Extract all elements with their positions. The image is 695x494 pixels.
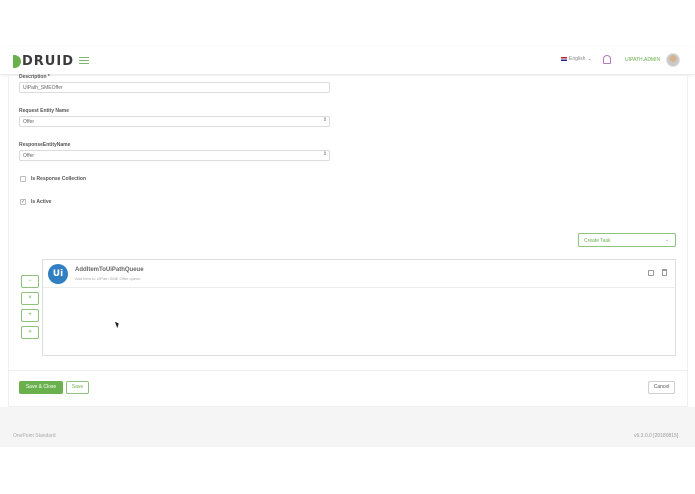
logo-mark-icon (13, 54, 21, 68)
request-entity-select[interactable]: Offer ⇕ (19, 116, 330, 127)
remove-button[interactable]: × (21, 292, 39, 305)
edit-icon[interactable] (648, 270, 654, 276)
task-title: AddItemToUiPathQueue (75, 267, 144, 273)
language-label: English (569, 56, 586, 62)
hamburger-menu-icon[interactable] (79, 57, 89, 65)
expand-button[interactable]: + (21, 309, 39, 322)
create-task-dropdown[interactable]: Create Task ⌄ (578, 233, 676, 247)
request-entity-label: Request Entity Name (19, 108, 70, 114)
notification-bell-icon[interactable] (603, 55, 611, 64)
is-active-checkbox[interactable]: ✓ (20, 199, 26, 205)
chevron-down-icon: ⌄ (664, 237, 669, 243)
logo-text: DRUID (22, 53, 74, 69)
footer-bar (0, 407, 695, 447)
fullscreen-button[interactable]: » (21, 326, 39, 339)
task-subtitle: Add Item to UiPath SME Offer queue (75, 276, 141, 281)
response-entity-value: Offer (23, 153, 35, 159)
description-value: UiPath_SMEOffer (23, 85, 63, 91)
druid-logo[interactable]: DRUID (13, 53, 74, 69)
request-entity-value: Offer (23, 119, 35, 125)
create-task-label: Create Task (584, 238, 611, 244)
description-field[interactable]: UiPath_SMEOffer (19, 82, 330, 93)
language-selector[interactable]: English ⌄ (561, 56, 592, 62)
select-arrows-icon: ⇕ (322, 117, 327, 123)
task-item[interactable]: Ui AddItemToUiPathQueue Add Item to UiPa… (43, 260, 675, 288)
save-button[interactable]: Save (66, 381, 89, 394)
top-navbar: DRUID English ⌄ UIPATH.ADMIN (0, 47, 695, 75)
footer-version: v6.3.0.0 [20180815] (634, 433, 679, 439)
app-window: DRUID English ⌄ UIPATH.ADMIN Description… (0, 0, 695, 494)
is-response-collection-checkbox[interactable] (20, 176, 26, 182)
avatar[interactable] (666, 53, 680, 67)
description-label: Description * (19, 74, 50, 80)
checkmark-icon: ✓ (21, 199, 26, 205)
is-active-label: Is Active (31, 199, 52, 205)
divider (8, 370, 688, 371)
select-arrows-icon: ⇕ (322, 151, 327, 157)
footer-product: OnePoint Standard (13, 433, 56, 439)
flag-icon (561, 57, 567, 61)
save-and-close-button[interactable]: Save & Close (19, 381, 63, 394)
response-entity-select[interactable]: Offer ⇕ (19, 150, 330, 161)
collapse-button[interactable]: − (21, 275, 39, 288)
task-flow-panel: Ui AddItemToUiPathQueue Add Item to UiPa… (42, 259, 676, 356)
trash-icon[interactable] (662, 269, 667, 276)
uipath-logo-icon: Ui (48, 264, 68, 284)
cancel-button[interactable]: Cancel (648, 381, 675, 394)
response-entity-label: ResponseEntityName (19, 142, 71, 148)
is-response-collection-label: Is Response Collection (31, 176, 87, 182)
user-name[interactable]: UIPATH.ADMIN (625, 57, 660, 63)
chevron-down-icon: ⌄ (587, 56, 592, 62)
